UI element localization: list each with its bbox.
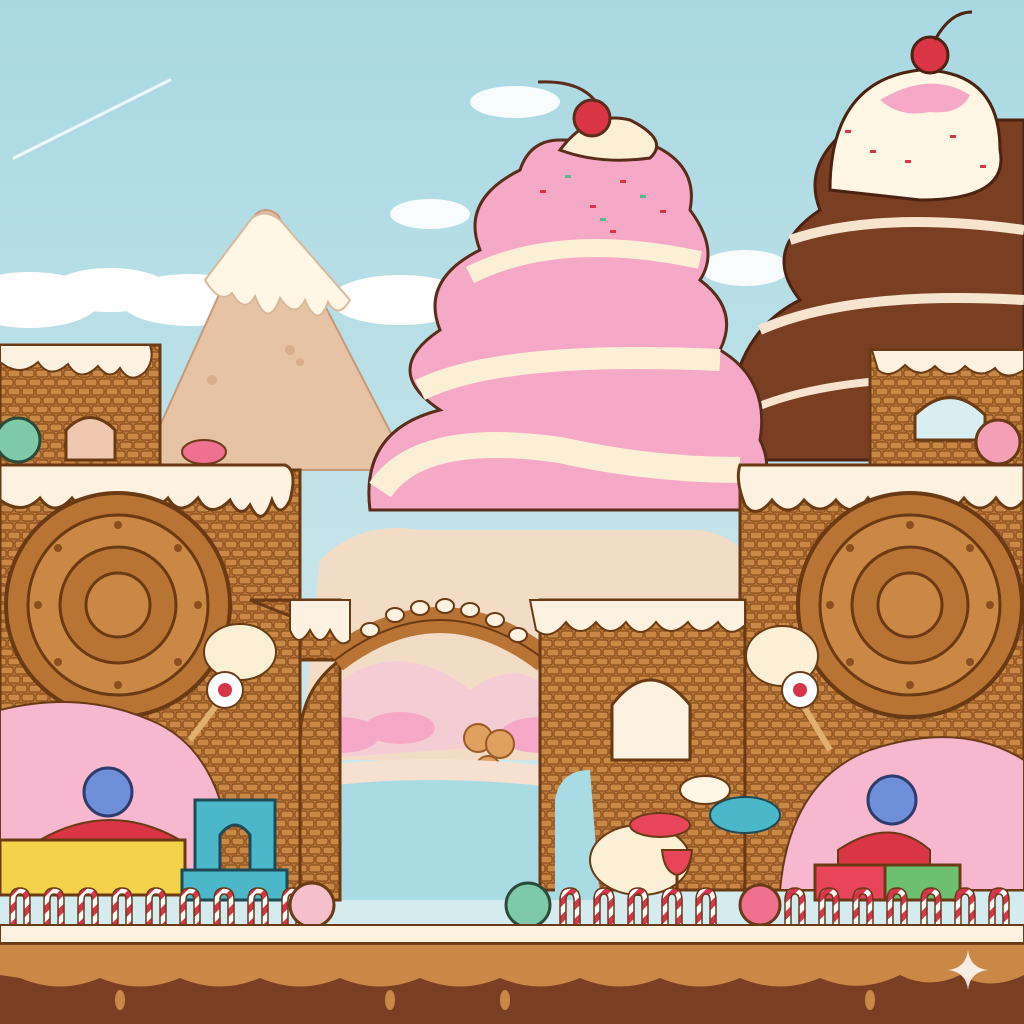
level-canvas [0,0,1024,1024]
mint-jawbreaker [504,881,552,929]
striped-candy-ball [974,418,1022,466]
left-cookie-castle [0,463,302,902]
ground-platform [0,924,1024,1024]
middle-right-pillar [528,598,781,900]
upper-right-tower [868,348,1024,467]
cookie-wheel-left [4,491,232,719]
blueberry-ball-right [866,774,918,826]
pink-gumball [738,883,782,927]
game-scene [0,0,1024,1024]
blueberry-ball-left [82,766,134,818]
peppermint-swirl [288,881,336,929]
yellow-cake-block [0,838,187,897]
pink-candy [181,439,227,465]
cookie-wheel-right [796,491,1024,719]
mint-candy [0,416,42,464]
right-cookie-castle [736,463,1024,902]
